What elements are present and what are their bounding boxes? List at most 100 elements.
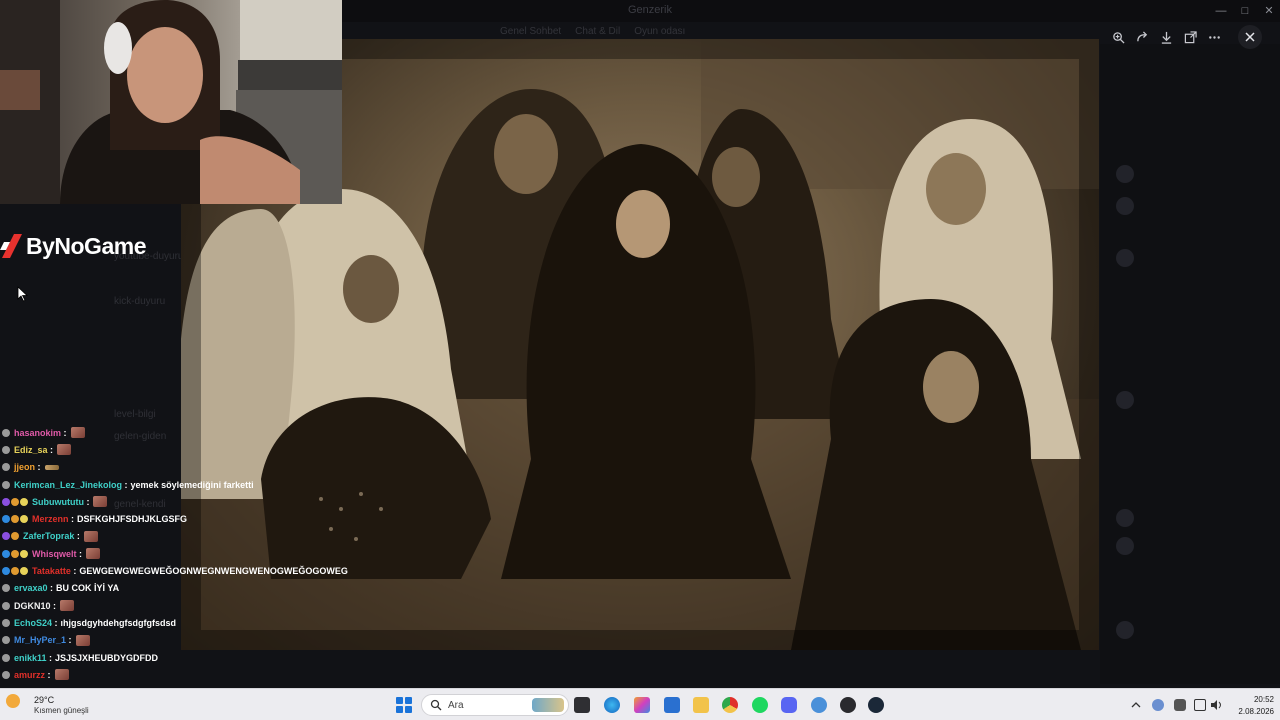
chat-message: Mr_HyPer_1 : bbox=[2, 632, 362, 649]
microphone-icon[interactable] bbox=[1174, 699, 1186, 711]
clock-time: 20:52 bbox=[1253, 695, 1274, 704]
app-icon[interactable] bbox=[840, 697, 856, 713]
member-item bbox=[1116, 248, 1266, 268]
close-window-button[interactable]: ✕ bbox=[1258, 2, 1280, 20]
open-external-icon[interactable] bbox=[1178, 26, 1202, 48]
chat-badge-icon bbox=[2, 567, 10, 576]
background-tab: Chat & Dil bbox=[575, 26, 621, 37]
network-icon[interactable] bbox=[1194, 699, 1206, 711]
avatar bbox=[1116, 165, 1134, 183]
chat-username[interactable]: Tatakatte bbox=[32, 566, 71, 576]
avatar bbox=[1116, 249, 1134, 267]
chat-username[interactable]: Mr_HyPer_1 bbox=[14, 635, 66, 645]
member-item bbox=[1116, 536, 1266, 556]
weather-icon bbox=[6, 694, 20, 708]
background-tabs: Genel Sohbet Chat & Dil Oyun odası bbox=[500, 26, 820, 40]
minimize-button[interactable]: — bbox=[1210, 2, 1232, 20]
chat-username[interactable]: Subuwututu bbox=[32, 497, 84, 507]
member-item bbox=[1116, 508, 1266, 528]
member-item bbox=[1116, 620, 1266, 640]
chat-username[interactable]: amurzz bbox=[14, 670, 45, 680]
chat-message: amurzz : bbox=[2, 666, 362, 683]
background-member-list bbox=[1100, 44, 1280, 684]
chat-separator: : bbox=[74, 531, 80, 542]
chat-username[interactable]: Whisqwelt bbox=[32, 549, 77, 559]
file-explorer-icon[interactable] bbox=[693, 697, 709, 713]
chat-badge-icon bbox=[2, 549, 10, 558]
chat-message: ZaferToprak : bbox=[2, 528, 362, 545]
avatar bbox=[1116, 509, 1134, 527]
search-box[interactable]: Ara bbox=[421, 694, 569, 716]
chat-separator: : bbox=[46, 652, 53, 663]
chat-message: Subuwututu : bbox=[2, 493, 362, 510]
chat-username[interactable]: DGKN10 bbox=[14, 601, 51, 611]
zoom-icon[interactable] bbox=[1106, 26, 1130, 48]
chat-badge-icon bbox=[2, 584, 10, 593]
channel-item: kick-duyuru bbox=[114, 296, 166, 307]
window-title: Genzerik bbox=[627, 4, 673, 16]
chat-username[interactable]: Merzenn bbox=[32, 514, 69, 524]
webcam-illustration bbox=[0, 0, 342, 204]
system-clock[interactable]: 20:52 2.08.2026 bbox=[1226, 694, 1274, 718]
forward-icon[interactable] bbox=[1130, 26, 1154, 48]
chat-emote-icon bbox=[75, 634, 90, 646]
weather-widget[interactable]: 29°C Kısmen güneşli bbox=[4, 689, 124, 720]
volume-icon[interactable] bbox=[1210, 699, 1222, 711]
chat-username[interactable]: hasanokim bbox=[14, 428, 61, 438]
close-icon[interactable] bbox=[1238, 25, 1262, 49]
channel-item bbox=[44, 319, 184, 342]
chat-separator: : bbox=[70, 566, 77, 577]
search-placeholder: Ara bbox=[448, 699, 464, 711]
chat-separator: : bbox=[52, 617, 58, 628]
more-icon[interactable] bbox=[1202, 26, 1226, 48]
copilot-icon[interactable] bbox=[634, 697, 650, 713]
chat-username[interactable]: ZaferToprak bbox=[23, 531, 74, 541]
chat-message: enikk11 : JSJSJXHEUBDYGDFDD bbox=[2, 649, 362, 666]
chat-username[interactable]: Kerimcan_Lez_Jinekolog bbox=[14, 480, 122, 490]
mouse-cursor-icon bbox=[17, 286, 29, 302]
settings-icon[interactable] bbox=[811, 697, 827, 713]
chat-badge-icon bbox=[11, 515, 19, 524]
chat-text: ıhjgsdgyhdehgfsdgfgfsdsd bbox=[60, 617, 177, 628]
chat-badge-icon bbox=[2, 601, 10, 610]
chat-badge-icon bbox=[2, 428, 10, 437]
spotify-icon[interactable] bbox=[752, 697, 768, 713]
chat-separator: : bbox=[35, 462, 41, 473]
chat-badge-icon bbox=[2, 515, 10, 524]
chat-emote-icon bbox=[83, 530, 98, 542]
steam-icon[interactable] bbox=[868, 697, 884, 713]
download-icon[interactable] bbox=[1154, 26, 1178, 48]
bynogame-logo-icon bbox=[0, 234, 22, 258]
chat-separator: : bbox=[68, 514, 75, 525]
cloud-icon[interactable] bbox=[1152, 699, 1164, 711]
chat-separator: : bbox=[66, 635, 72, 646]
chat-emote-icon bbox=[44, 464, 59, 470]
chat-badge-icon bbox=[20, 497, 28, 506]
chevron-up-icon[interactable] bbox=[1130, 699, 1142, 711]
chat-username[interactable]: EchoS24 bbox=[14, 618, 52, 628]
chat-username[interactable]: jjeon bbox=[14, 462, 35, 472]
windows-taskbar: 29°C Kısmen güneşli Ara 20:52 2.08.2026 bbox=[0, 688, 1280, 720]
task-view-icon[interactable] bbox=[574, 697, 590, 713]
edge-icon[interactable] bbox=[604, 697, 620, 713]
clock-date: 2.08.2026 bbox=[1238, 707, 1274, 716]
bynogame-logo: ByNoGame bbox=[0, 228, 170, 264]
chat-message: DGKN10 : bbox=[2, 597, 362, 614]
chat-username[interactable]: Ediz_sa bbox=[14, 445, 48, 455]
chat-text: yemek söylemediğini farketti bbox=[130, 479, 254, 490]
chat-emote-icon bbox=[93, 496, 108, 508]
start-icon[interactable] bbox=[396, 697, 412, 713]
background-tab: Genel Sohbet bbox=[500, 26, 562, 37]
chrome-icon[interactable] bbox=[722, 697, 738, 713]
chat-emote-icon bbox=[86, 548, 100, 560]
chat-username[interactable]: ervaxa0 bbox=[14, 583, 48, 593]
chat-username[interactable]: enikk11 bbox=[14, 653, 47, 663]
chat-badge-icon bbox=[11, 532, 19, 541]
chat-message: Ediz_sa : bbox=[2, 441, 362, 458]
channel-item bbox=[44, 274, 184, 297]
chat-badge-icon bbox=[2, 636, 10, 645]
store-icon[interactable] bbox=[664, 697, 680, 713]
chat-badge-icon bbox=[2, 618, 10, 627]
discord-icon[interactable] bbox=[781, 697, 797, 713]
maximize-button[interactable]: □ bbox=[1234, 2, 1256, 20]
